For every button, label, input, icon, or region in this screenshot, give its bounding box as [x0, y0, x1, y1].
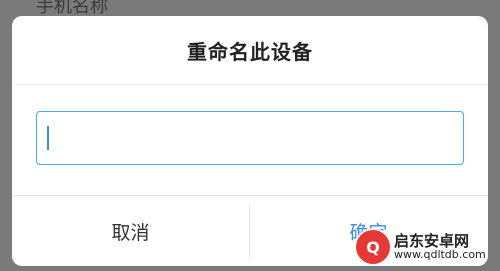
dialog-divider — [12, 84, 488, 85]
device-name-input[interactable] — [36, 111, 464, 165]
rename-device-dialog: 重命名此设备 取消 确定 — [12, 16, 488, 266]
confirm-button[interactable]: 确定 — [250, 196, 487, 266]
dialog-title: 重命名此设备 — [187, 40, 313, 64]
text-caret — [47, 126, 49, 150]
cancel-button[interactable]: 取消 — [12, 196, 249, 266]
